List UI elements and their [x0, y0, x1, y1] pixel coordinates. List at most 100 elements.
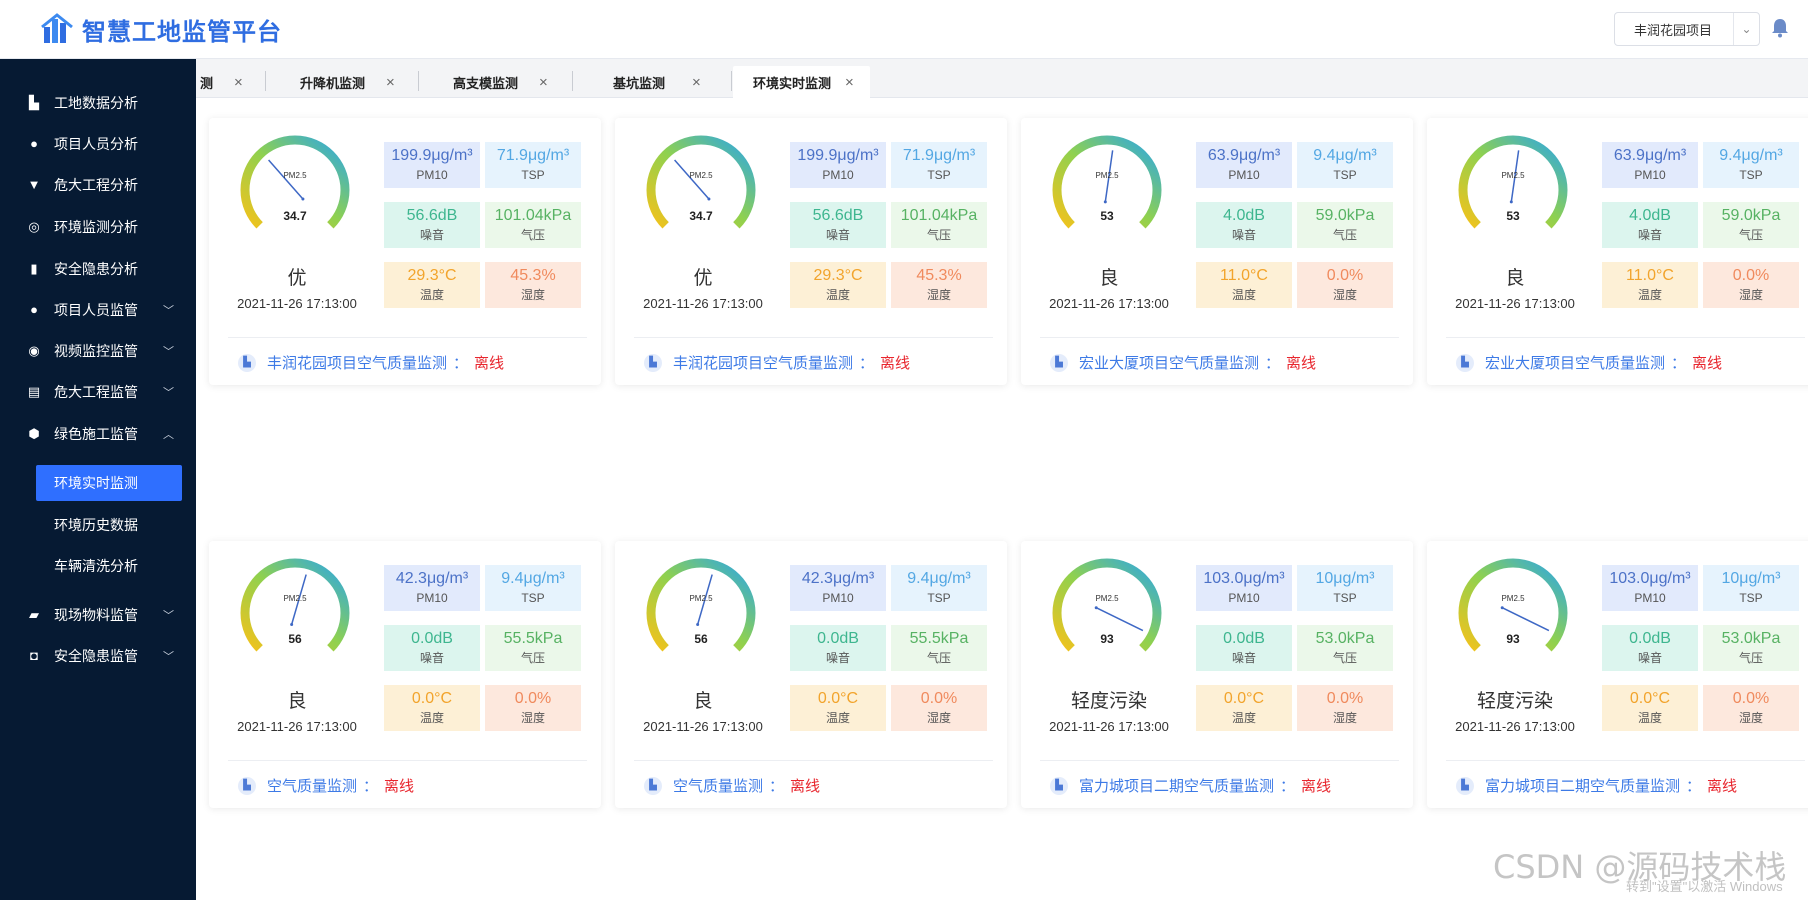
pm10-metric: 199.9μg/m³ PM10	[790, 142, 886, 188]
logo[interactable]: 智慧工地监管平台	[40, 12, 282, 47]
sidebar-item-bottom-1[interactable]: ▰ 现场物料监管 ﹀	[0, 595, 196, 635]
metric-label: 噪音	[1231, 651, 1256, 665]
sidebar-item-3[interactable]: ▼ 危大工程分析	[0, 165, 196, 205]
device-name[interactable]: 宏业大厦项目空气质量监测	[1485, 352, 1665, 373]
metric-value: 11.0°C	[1626, 267, 1674, 284]
device-name[interactable]: 空气质量监测	[267, 775, 357, 796]
sidebar-item-6[interactable]: ● 项目人员监管 ﹀	[0, 290, 196, 330]
metric-label: PM10	[416, 591, 448, 605]
close-icon[interactable]: ×	[845, 74, 854, 91]
sidebar: ▙ 工地数据分析 ● 项目人员分析 ▼ 危大工程分析 ◎ 环境监测分析 ▮ 安全隐患分析 ● 项目人员…	[0, 59, 196, 900]
timestamp: 2021-11-26 17:13:00	[1455, 296, 1575, 311]
chevron-down-icon: ﹀	[163, 305, 174, 317]
card-divider	[228, 760, 587, 761]
tab-label: 测	[200, 75, 214, 91]
status-badge: 离线	[1301, 778, 1332, 795]
bell-icon[interactable]	[1771, 18, 1789, 38]
monitor-card[interactable]: PM2.5 93 轻度污染 2021-11-26 17:13:00 103.0μg/m³…	[1427, 541, 1808, 808]
pm25-gauge: PM2.5 53	[1458, 135, 1568, 229]
sidebar-subitem[interactable]: 环境历史数据	[36, 507, 182, 543]
device-name[interactable]: 丰润花园项目空气质量监测	[673, 352, 853, 373]
metric-label: 湿度	[1332, 288, 1357, 302]
device-name[interactable]: 空气质量监测	[673, 775, 763, 796]
tab[interactable]: 测 ×	[196, 66, 256, 98]
status-badge: 离线	[790, 778, 821, 795]
metric-label: TSP	[1333, 591, 1357, 605]
noise-metric: 4.0dB 噪音	[1196, 202, 1292, 248]
device-name[interactable]: 丰润花园项目空气质量监测	[267, 352, 447, 373]
monitor-card[interactable]: PM2.5 34.7 优 2021-11-26 17:13:00 199.9μg/m³ P…	[209, 118, 601, 385]
sidebar-item-8[interactable]: ▤ 危大工程监管 ﹀	[0, 372, 196, 412]
timestamp: 2021-11-26 17:13:00	[237, 719, 357, 734]
tab-label: 环境实时监测	[753, 75, 832, 91]
status-badge: 离线	[880, 355, 911, 372]
air-quality-level: 优	[693, 268, 713, 289]
chevron-down-icon: ﹀	[163, 346, 174, 358]
metric-value: 4.0dB	[1223, 207, 1265, 224]
sidebar-item-label: 安全隐患监管	[54, 648, 138, 664]
status-badge: 离线	[1692, 355, 1723, 372]
pm25-gauge: PM2.5 53	[1052, 135, 1162, 229]
tab[interactable]: 基坑监测 ×	[574, 66, 724, 98]
device-name[interactable]: 富力城项目二期空气质量监测	[1485, 775, 1680, 796]
close-icon[interactable]: ×	[234, 74, 243, 91]
chevron-down-icon: ﹀	[163, 387, 174, 399]
metric-label: 噪音	[825, 228, 850, 242]
sidebar-item-4[interactable]: ◎ 环境监测分析	[0, 207, 196, 247]
tab[interactable]: 高支模监测 ×	[420, 66, 570, 98]
metric-value: 45.3%	[916, 267, 962, 284]
tab[interactable]: 升降机监测 ×	[266, 66, 416, 98]
metric-value: 42.3μg/m³	[395, 570, 469, 587]
metric-label: 噪音	[419, 228, 444, 242]
chevron-up-icon: ︿	[163, 429, 174, 441]
metric-value: 0.0%	[920, 690, 958, 707]
device-name[interactable]: 宏业大厦项目空气质量监测	[1079, 352, 1259, 373]
monitor-card[interactable]: PM2.5 56 良 2021-11-26 17:13:00 42.3μg/m³ PM10…	[615, 541, 1007, 808]
noise-metric: 0.0dB 噪音	[1196, 625, 1292, 671]
monitor-card[interactable]: PM2.5 93 轻度污染 2021-11-26 17:13:00 103.0μg/m³…	[1021, 541, 1413, 808]
device-name[interactable]: 富力城项目二期空气质量监测	[1079, 775, 1274, 796]
card-footer: ▙ 丰润花园项目空气质量监测 ： 离线	[238, 352, 504, 373]
device-icon: ▙	[644, 353, 662, 372]
metric-value: 0.0dB	[817, 630, 859, 647]
temperature-metric: 11.0°C 温度	[1602, 262, 1698, 308]
tab-divider	[418, 71, 419, 91]
sidebar-item-1[interactable]: ▙ 工地数据分析	[0, 83, 196, 123]
sidebar-subitem[interactable]: 车辆清洗分析	[36, 548, 182, 584]
monitor-card[interactable]: PM2.5 34.7 优 2021-11-26 17:13:00 199.9μg/m³ P…	[615, 118, 1007, 385]
close-icon[interactable]: ×	[539, 74, 548, 91]
metric-label: 噪音	[825, 651, 850, 665]
tab-label: 升降机监测	[300, 75, 366, 91]
device-icon: ▙	[1050, 353, 1068, 372]
metric-label: 湿度	[1332, 711, 1357, 725]
timestamp: 2021-11-26 17:13:00	[643, 296, 763, 311]
camera-icon: ◉	[28, 343, 40, 358]
sidebar-subitem-active[interactable]: 环境实时监测	[36, 465, 182, 501]
sidebar-item-9[interactable]: ⬢ 绿色施工监管 ︿	[0, 414, 196, 454]
metric-value: 59.0kPa	[1315, 207, 1375, 224]
air-quality-level: 良	[1099, 268, 1119, 289]
gauge-label: PM2.5	[1501, 594, 1525, 603]
pm25-gauge: PM2.5 34.7	[646, 135, 756, 229]
sidebar-item-bottom-2[interactable]: ◘ 安全隐患监管 ﹀	[0, 636, 196, 676]
close-icon[interactable]: ×	[692, 74, 701, 91]
metric-label: 温度	[1637, 288, 1662, 302]
monitor-card[interactable]: PM2.5 56 良 2021-11-26 17:13:00 42.3μg/m³ PM10…	[209, 541, 601, 808]
metric-value: 0.0°C	[1223, 690, 1265, 707]
metric-value: 29.3°C	[407, 267, 457, 284]
pm25-gauge: PM2.5 56	[240, 558, 350, 652]
monitor-card[interactable]: PM2.5 53 良 2021-11-26 17:13:00 63.9μg/m³ PM10…	[1427, 118, 1808, 385]
sidebar-item-2[interactable]: ● 项目人员分析	[0, 124, 196, 164]
metric-value: 53.0kPa	[1315, 630, 1375, 647]
card-divider	[1040, 760, 1399, 761]
sidebar-item-5[interactable]: ▮ 安全隐患分析	[0, 249, 196, 289]
pm10-metric: 63.9μg/m³ PM10	[1602, 142, 1698, 188]
close-icon[interactable]: ×	[386, 74, 395, 91]
monitor-card[interactable]: PM2.5 53 良 2021-11-26 17:13:00 63.9μg/m³ PM10…	[1021, 118, 1413, 385]
sidebar-item-7[interactable]: ◉ 视频监控监管 ﹀	[0, 331, 196, 371]
card-footer: ▙ 富力城项目二期空气质量监测 ： 离线	[1456, 775, 1737, 796]
temperature-metric: 29.3°C 温度	[384, 262, 480, 308]
tab-active[interactable]: 环境实时监测 ×	[733, 66, 870, 98]
pressure-metric: 53.0kPa 气压	[1703, 625, 1799, 671]
project-select[interactable]: 丰润花园项目 ⌄	[1614, 12, 1760, 46]
